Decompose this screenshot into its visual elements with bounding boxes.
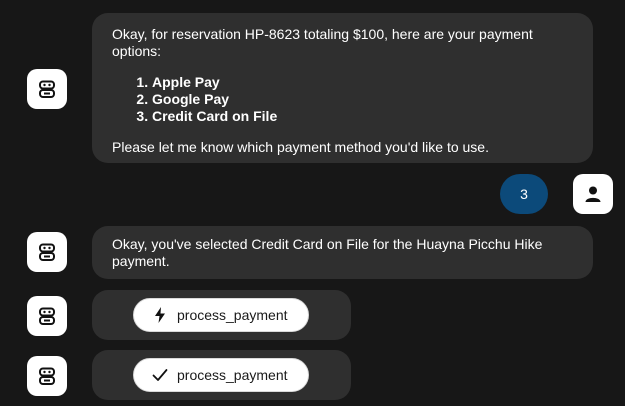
message-intro: Okay, for reservation HP-8623 totaling $… [112,26,533,59]
message-text: Okay, you've selected Credit Card on Fil… [112,236,543,269]
assistant-avatar [27,232,67,272]
person-icon [585,186,601,202]
user-message-text: 3 [520,186,528,202]
payment-options-list: Apple Pay Google Pay Credit Card on File [112,74,573,125]
bolt-icon [151,306,169,324]
tool-call-label: process_payment [177,306,288,323]
assistant-avatar [27,69,67,109]
assistant-message-confirmation: Okay, you've selected Credit Card on Fil… [92,226,593,279]
message-outro: Please let me know which payment method … [112,139,489,155]
tool-call-chip[interactable]: process_payment [133,298,309,332]
payment-option-apple-pay: Apple Pay [152,74,573,91]
robot-icon [39,367,55,385]
payment-option-google-pay: Google Pay [152,91,573,108]
assistant-avatar [27,296,67,336]
payment-option-credit-card: Credit Card on File [152,108,573,125]
check-icon [151,366,169,384]
tool-call-label: process_payment [177,366,288,383]
tool-call-chip[interactable]: process_payment [133,358,309,392]
assistant-avatar [27,356,67,396]
robot-icon [39,307,55,325]
user-message: 3 [500,174,548,214]
tool-call-message-done: process_payment [92,350,351,400]
tool-call-message-running: process_payment [92,290,351,340]
robot-icon [39,80,55,98]
robot-icon [39,243,55,261]
chat-transcript: Okay, for reservation HP-8623 totaling $… [0,0,625,406]
user-avatar [573,174,613,214]
assistant-message-payment-options: Okay, for reservation HP-8623 totaling $… [92,13,593,163]
